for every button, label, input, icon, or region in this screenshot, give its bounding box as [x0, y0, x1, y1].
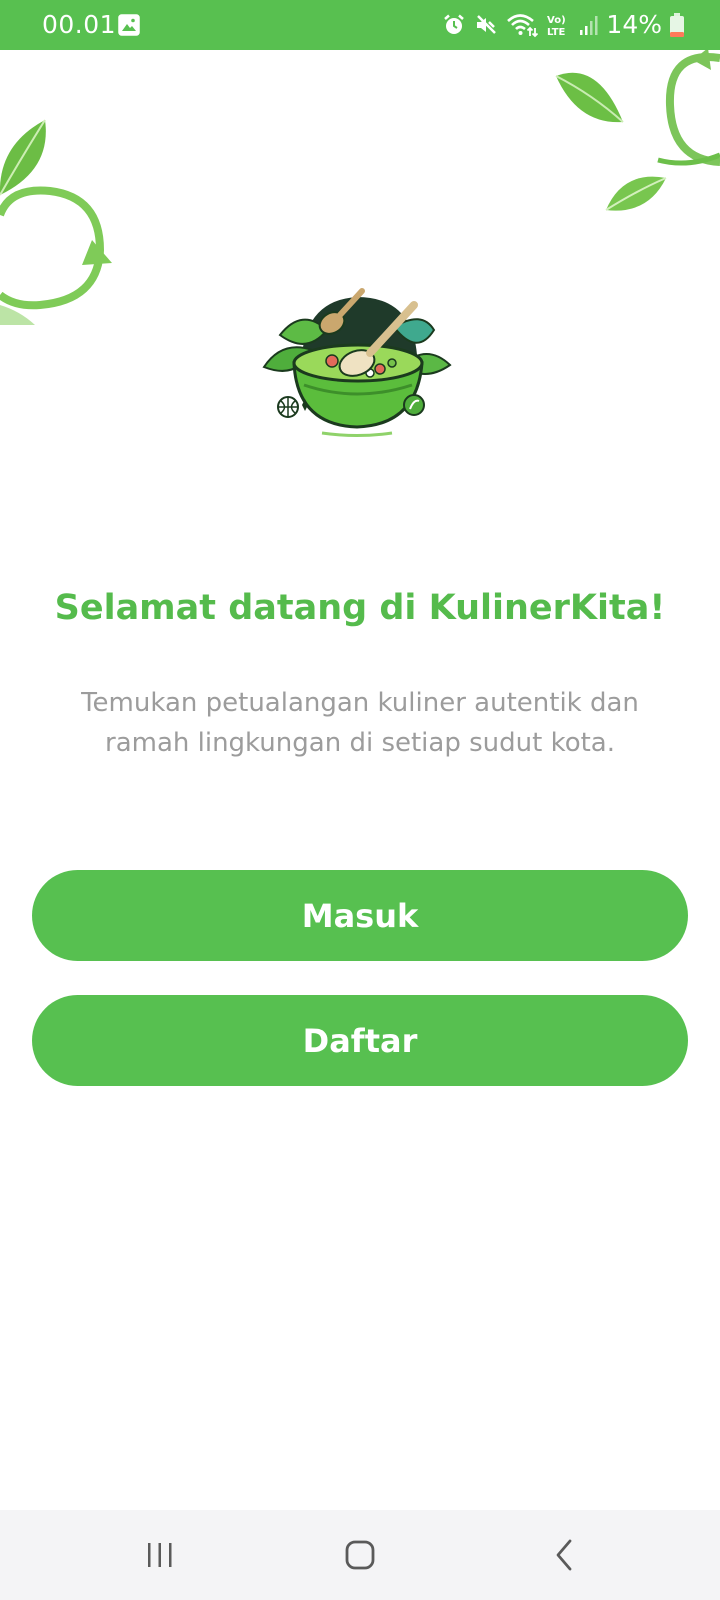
status-bar: 00.01 Vo) LTE 14% — [0, 0, 720, 50]
register-button[interactable]: Daftar — [32, 995, 688, 1086]
back-icon — [556, 1539, 572, 1571]
gallery-icon — [118, 14, 140, 36]
mute-icon — [474, 13, 498, 37]
welcome-screen: 00.01 Vo) LTE 14% Selamat datang di Kuli… — [0, 0, 720, 1600]
system-nav-bar — [0, 1510, 720, 1600]
volte-icon: Vo) LTE — [546, 12, 570, 38]
register-button-label: Daftar — [302, 1021, 418, 1060]
alarm-icon — [442, 13, 466, 37]
battery-icon — [670, 13, 684, 37]
back-button[interactable] — [524, 1530, 604, 1580]
welcome-subtitle: Temukan petualangan kuliner autentik dan… — [81, 688, 639, 758]
login-button[interactable]: Masuk — [32, 870, 688, 961]
home-icon — [345, 1540, 375, 1570]
recent-apps-button[interactable] — [120, 1530, 200, 1580]
login-button-label: Masuk — [301, 896, 419, 935]
status-time: 00.01 — [42, 10, 117, 39]
wifi-icon — [506, 12, 539, 38]
status-icons: Vo) LTE 14% — [442, 10, 684, 40]
svg-text:LTE: LTE — [547, 27, 566, 38]
app-logo — [262, 288, 452, 437]
signal-icon — [578, 14, 598, 36]
recycle-leaf-decoration-right — [555, 50, 720, 211]
recent-apps-icon — [148, 1543, 172, 1567]
welcome-title: Selamat datang di KulinerKita! — [54, 588, 666, 628]
recycle-leaf-decoration-left — [0, 119, 112, 325]
battery-percent: 14% — [606, 10, 662, 39]
home-button[interactable] — [320, 1530, 400, 1580]
svg-text:Vo): Vo) — [547, 15, 566, 26]
